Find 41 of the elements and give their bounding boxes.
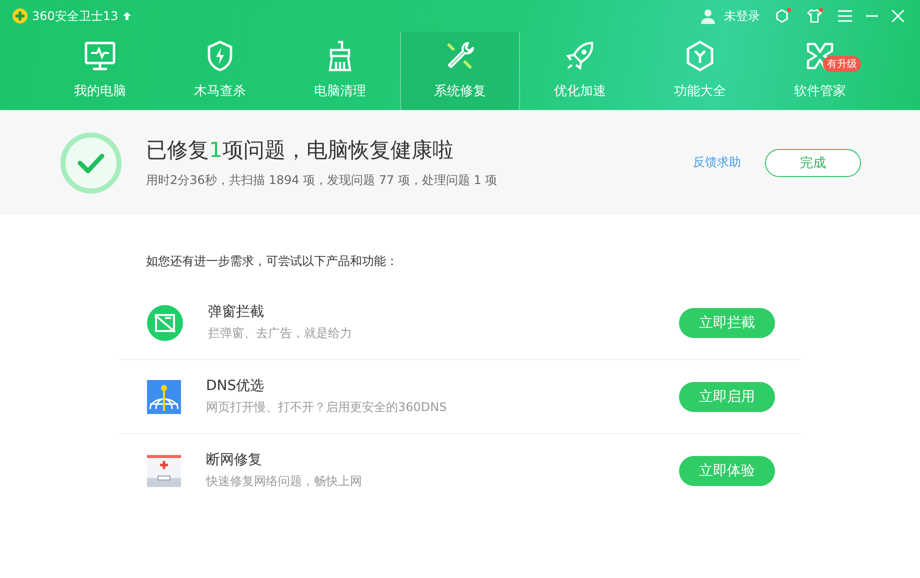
user-icon[interactable] <box>700 8 716 24</box>
up-arrow-icon[interactable] <box>122 11 132 21</box>
close-icon[interactable] <box>892 10 904 22</box>
nav-tab[interactable]: 优化加速 <box>520 32 640 110</box>
login-link[interactable]: 未登录 <box>724 8 760 24</box>
product-name: 弹窗拦截 <box>208 303 265 321</box>
suggestion-heading: 如您还有进一步需求，可尝试以下产品和功能： <box>145 253 399 270</box>
nav-tab[interactable]: 功能大全 <box>640 32 760 110</box>
feedback-link[interactable]: 反馈求助 <box>693 154 741 171</box>
product-description: 拦弹窗、去广告，就是给力 <box>208 325 353 342</box>
product-name: 断网修复 <box>206 451 263 469</box>
minimize-icon[interactable] <box>866 15 878 17</box>
scan-summary: 用时2分36秒，共扫描 1894 项，发现问题 77 项，处理问题 1 项 <box>146 172 498 189</box>
window-title: 360安全卫士13 <box>32 8 118 24</box>
wrench-icon <box>444 40 476 72</box>
product-description: 快速修复网络问题，畅快上网 <box>206 473 363 490</box>
nav-tab[interactable]: 系统修复 <box>400 32 520 110</box>
globe-antenna-icon <box>146 378 182 414</box>
done-button[interactable]: 完成 <box>765 148 861 176</box>
action-button[interactable]: 立即启用 <box>679 382 775 412</box>
first-aid-kit-icon <box>146 454 182 488</box>
nav-tab[interactable]: 有升级 软件管家 <box>760 32 880 110</box>
check-circle-icon <box>60 132 122 194</box>
result-title: 已修复1项问题，电脑恢复健康啦 <box>146 137 454 164</box>
menu-icon[interactable] <box>838 10 852 22</box>
product-description: 网页打开慢、打不开？启用更安全的360DNS <box>206 399 448 416</box>
blocked-window-icon <box>146 304 184 342</box>
upgrade-badge: 有升级 <box>823 56 861 72</box>
product-name: DNS优选 <box>206 377 266 395</box>
hexagon-icon[interactable] <box>774 7 792 25</box>
action-button[interactable]: 立即体验 <box>679 456 775 486</box>
plus-logo-icon <box>12 8 28 24</box>
action-button[interactable]: 立即拦截 <box>679 308 775 338</box>
monitor-icon <box>84 41 116 71</box>
nav-tab[interactable]: 电脑清理 <box>280 32 400 110</box>
shirt-icon[interactable] <box>806 7 824 25</box>
hexagon-icon <box>685 40 715 72</box>
rocket-icon <box>564 40 596 72</box>
shield-icon <box>206 40 234 72</box>
nav-tab[interactable]: 我的电脑 <box>40 32 160 110</box>
nav-tab[interactable]: 木马查杀 <box>160 32 280 110</box>
